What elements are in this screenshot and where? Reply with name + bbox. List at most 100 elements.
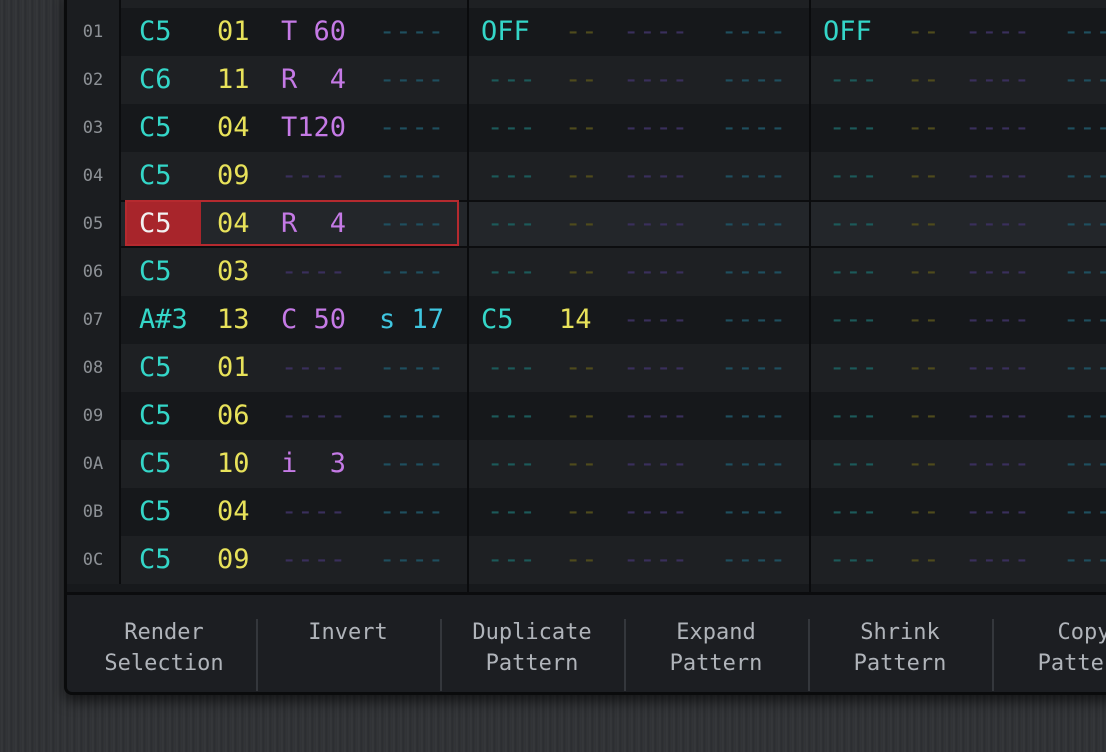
note-cell[interactable]: A#3 (139, 296, 188, 344)
effect-cell[interactable]: ---- (281, 344, 346, 392)
note-cell[interactable]: --- (829, 344, 878, 392)
effect-cell[interactable]: ---- (1063, 296, 1106, 344)
effect-cell[interactable]: ---- (721, 440, 786, 488)
note-cell[interactable]: C5 (139, 248, 172, 296)
effect-cell[interactable]: ---- (1063, 56, 1106, 104)
effect-cell[interactable]: ---- (1063, 536, 1106, 584)
effect-cell[interactable]: ---- (1063, 152, 1106, 200)
effect-cell[interactable]: ---- (379, 152, 444, 200)
effect-cell[interactable]: ---- (1063, 200, 1106, 248)
effect-cell[interactable]: ---- (965, 440, 1030, 488)
effect-cell[interactable]: ---- (965, 8, 1030, 56)
pattern-row[interactable]: 03C504T120------------------------------ (67, 104, 1106, 152)
note-cell[interactable]: --- (487, 200, 536, 248)
duplicate-pattern-button[interactable]: Duplicate Pattern (441, 617, 623, 677)
note-cell[interactable]: OFF (481, 8, 530, 56)
effect-cell[interactable]: ---- (965, 56, 1030, 104)
pattern-row[interactable]: 0BC504---------------------------------- (67, 488, 1106, 536)
expand-pattern-button[interactable]: Expand Pattern (625, 617, 807, 677)
effect-cell[interactable]: ---- (965, 488, 1030, 536)
effect-cell[interactable]: ---- (281, 248, 346, 296)
note-cell[interactable]: C5 (481, 296, 514, 344)
instrument-cell[interactable]: -- (565, 56, 598, 104)
effect-cell[interactable]: ---- (1063, 488, 1106, 536)
instrument-cell[interactable]: -- (565, 8, 598, 56)
note-cell[interactable]: --- (487, 248, 536, 296)
pattern-row[interactable]: 04C509---------------------------------- (67, 152, 1106, 200)
effect-cell[interactable]: ---- (623, 392, 688, 440)
note-cell[interactable]: --- (487, 488, 536, 536)
effect-cell[interactable]: ---- (379, 8, 444, 56)
note-cell[interactable]: --- (487, 536, 536, 584)
effect-cell[interactable]: ---- (623, 152, 688, 200)
invert-button[interactable]: Invert (257, 617, 439, 677)
instrument-cell[interactable]: 09 (217, 152, 250, 200)
note-cell[interactable]: B5 (139, 0, 172, 8)
effect-cell[interactable]: ---- (281, 392, 346, 440)
effect-cell[interactable]: ---- (965, 536, 1030, 584)
instrument-cell[interactable]: -- (907, 392, 940, 440)
pattern-row[interactable]: 07A#313C 50s 17C514--------------------- (67, 296, 1106, 344)
instrument-cell[interactable]: 01 (217, 0, 250, 8)
effect-cell[interactable]: ---- (721, 104, 786, 152)
instrument-cell[interactable]: -- (907, 488, 940, 536)
effect-cell[interactable]: ---- (721, 344, 786, 392)
pattern-row[interactable]: 00 B5 01 P 24 ---- A5 16 ---- ---- F#5 16 ---- ---- (67, 0, 1106, 8)
effect-cell[interactable]: ---- (1063, 392, 1106, 440)
note-cell[interactable]: C5 (139, 536, 172, 584)
effect-cell[interactable]: ---- (721, 296, 786, 344)
instrument-cell[interactable]: -- (907, 56, 940, 104)
effect-cell[interactable]: ---- (1063, 0, 1106, 8)
effect-cell[interactable]: ---- (721, 392, 786, 440)
effect-cell[interactable]: ---- (965, 200, 1030, 248)
instrument-cell[interactable]: -- (565, 104, 598, 152)
instrument-cell[interactable]: -- (907, 536, 940, 584)
effect-cell[interactable]: ---- (721, 56, 786, 104)
note-cell[interactable]: --- (829, 536, 878, 584)
effect-cell[interactable]: ---- (379, 0, 444, 8)
effect-cell[interactable]: ---- (1063, 8, 1106, 56)
effect-cell[interactable]: ---- (623, 200, 688, 248)
pattern-row[interactable]: 0AC510i 3------------------------------ (67, 440, 1106, 488)
instrument-cell[interactable]: -- (907, 344, 940, 392)
pattern-row[interactable]: 08C501---------------------------------- (67, 344, 1106, 392)
effect-cell[interactable]: ---- (1063, 104, 1106, 152)
effect-cell[interactable]: ---- (379, 248, 444, 296)
shrink-pattern-button[interactable]: Shrink Pattern (809, 617, 991, 677)
effect-cell[interactable]: ---- (721, 488, 786, 536)
effect-cell[interactable]: ---- (379, 392, 444, 440)
effect-cell[interactable]: ---- (623, 0, 688, 8)
instrument-cell[interactable]: 16 (901, 0, 934, 8)
effect-cell[interactable]: ---- (965, 296, 1030, 344)
effect-cell[interactable]: ---- (281, 152, 346, 200)
render-selection-button[interactable]: Render Selection (73, 617, 255, 677)
effect-cell[interactable]: ---- (623, 8, 688, 56)
note-cell[interactable]: --- (487, 152, 536, 200)
copy-pattern-button[interactable]: Copy Pattern (993, 617, 1106, 677)
effect-cell[interactable]: ---- (721, 0, 786, 8)
effect-cell[interactable]: i 3 (281, 440, 346, 488)
effect-cell[interactable]: T120 (281, 104, 346, 152)
effect-cell[interactable]: ---- (1063, 344, 1106, 392)
effect-cell[interactable]: ---- (965, 0, 1030, 8)
effect-cell[interactable]: ---- (965, 344, 1030, 392)
instrument-cell[interactable]: 09 (217, 536, 250, 584)
note-cell[interactable]: --- (829, 56, 878, 104)
note-cell[interactable]: F#5 (823, 0, 872, 8)
effect-cell[interactable]: ---- (379, 56, 444, 104)
note-cell[interactable]: --- (829, 488, 878, 536)
effect-cell[interactable]: T 60 (281, 8, 346, 56)
effect-cell[interactable]: ---- (721, 536, 786, 584)
instrument-cell[interactable]: 03 (217, 248, 250, 296)
pattern-row[interactable]: 09C506---------------------------------- (67, 392, 1106, 440)
instrument-cell[interactable]: 14 (559, 296, 592, 344)
instrument-cell[interactable]: 06 (217, 392, 250, 440)
instrument-cell[interactable]: 13 (217, 296, 250, 344)
effect-cell[interactable]: ---- (623, 56, 688, 104)
instrument-cell[interactable]: -- (907, 248, 940, 296)
instrument-cell[interactable]: -- (907, 8, 940, 56)
effect-cell[interactable]: ---- (379, 488, 444, 536)
instrument-cell[interactable]: -- (565, 488, 598, 536)
instrument-cell[interactable]: -- (907, 104, 940, 152)
instrument-cell[interactable]: -- (565, 248, 598, 296)
